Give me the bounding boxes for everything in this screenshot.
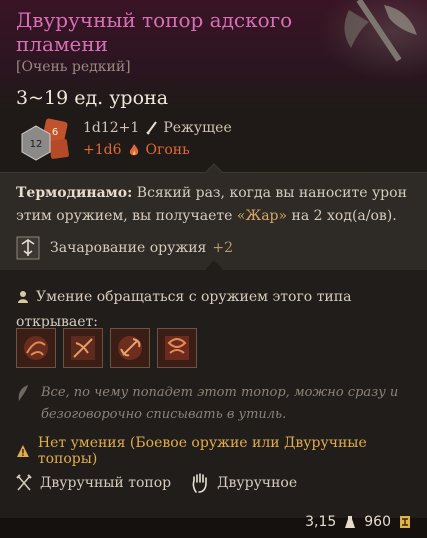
passive-description: Термодинамо: Всякий раз, когда вы наноси… bbox=[16, 182, 411, 228]
weight-icon bbox=[345, 516, 356, 528]
dice-icon: 6 12 bbox=[21, 118, 69, 161]
enchantment-label: Зачарование оружия bbox=[50, 240, 207, 256]
warning-label: Нет умения (Боевое оружие или Двуручные … bbox=[37, 435, 367, 467]
gold-icon bbox=[400, 516, 410, 528]
property-two-handed-label: Двуручное bbox=[217, 475, 298, 491]
axe-art-icon bbox=[344, 0, 417, 62]
proficiency-label: Умение обращаться с оружием этого типа о… bbox=[16, 289, 352, 330]
action-1-icon[interactable] bbox=[16, 328, 56, 368]
weight-value: 3,15 bbox=[305, 514, 337, 530]
axe-icon bbox=[16, 474, 32, 491]
small-die-label: 6 bbox=[52, 127, 58, 138]
fire-damage-type: Огонь bbox=[145, 142, 190, 158]
warning-icon bbox=[16, 445, 29, 457]
enchantment-icon bbox=[16, 236, 40, 260]
fire-damage-dice: +1d6 bbox=[83, 142, 122, 158]
base-damage-type: Режущее bbox=[163, 120, 232, 136]
property-two-handed[interactable]: Двуручное bbox=[191, 473, 297, 493]
flavor-label: Все, по чему попадет этот топор, можно с… bbox=[41, 385, 399, 422]
action-4-icon[interactable] bbox=[157, 328, 197, 368]
weapon-actions bbox=[16, 328, 197, 368]
enchantment-bonus: +2 bbox=[212, 240, 233, 256]
weapon-properties: Двуручный топор Двуручное bbox=[16, 473, 317, 493]
property-weapon-type-label: Двуручный топор bbox=[40, 475, 172, 491]
hand-icon bbox=[192, 473, 207, 493]
base-damage-dice: 1d12+1 bbox=[83, 120, 140, 136]
damage-range: 3~19 ед. урона bbox=[16, 87, 169, 109]
damage-dice: 6 12 bbox=[16, 118, 72, 164]
quill-icon bbox=[16, 384, 30, 410]
fire-icon bbox=[129, 144, 138, 156]
proficiency-text: Умение обращаться с оружием этого типа о… bbox=[16, 286, 396, 333]
heat-link[interactable]: «Жар» bbox=[237, 208, 287, 224]
item-rarity: [Очень редкий] bbox=[16, 59, 131, 75]
passive-name: Термодинамо: bbox=[16, 185, 133, 201]
base-damage-line: 1d12+1 Режущее bbox=[83, 120, 232, 136]
property-weapon-type[interactable]: Двуручный топор bbox=[16, 474, 171, 492]
enchantment-row: Зачарование оружия +2 bbox=[16, 236, 233, 260]
slashing-icon bbox=[146, 121, 158, 135]
proficiency-warning: Нет умения (Боевое оружие или Двуручные … bbox=[16, 435, 427, 467]
item-title: Двуручный топор адского пламени bbox=[16, 8, 293, 56]
big-die-label: 12 bbox=[30, 139, 43, 150]
item-tooltip: Двуручный топор адского пламени [Очень р… bbox=[0, 0, 427, 538]
fire-damage-line: +1d6 Огонь bbox=[83, 142, 190, 158]
proficiency-icon bbox=[16, 289, 30, 311]
action-2-icon[interactable] bbox=[63, 328, 103, 368]
passive-text-after: на 2 ход(а/ов). bbox=[287, 208, 397, 224]
price-value: 960 bbox=[364, 514, 391, 530]
flavor-text: Все, по чему попадет этот топор, можно с… bbox=[16, 382, 411, 426]
action-3-icon[interactable] bbox=[110, 328, 150, 368]
item-art bbox=[317, 0, 427, 80]
item-stats: 3,15 960 bbox=[305, 514, 411, 530]
